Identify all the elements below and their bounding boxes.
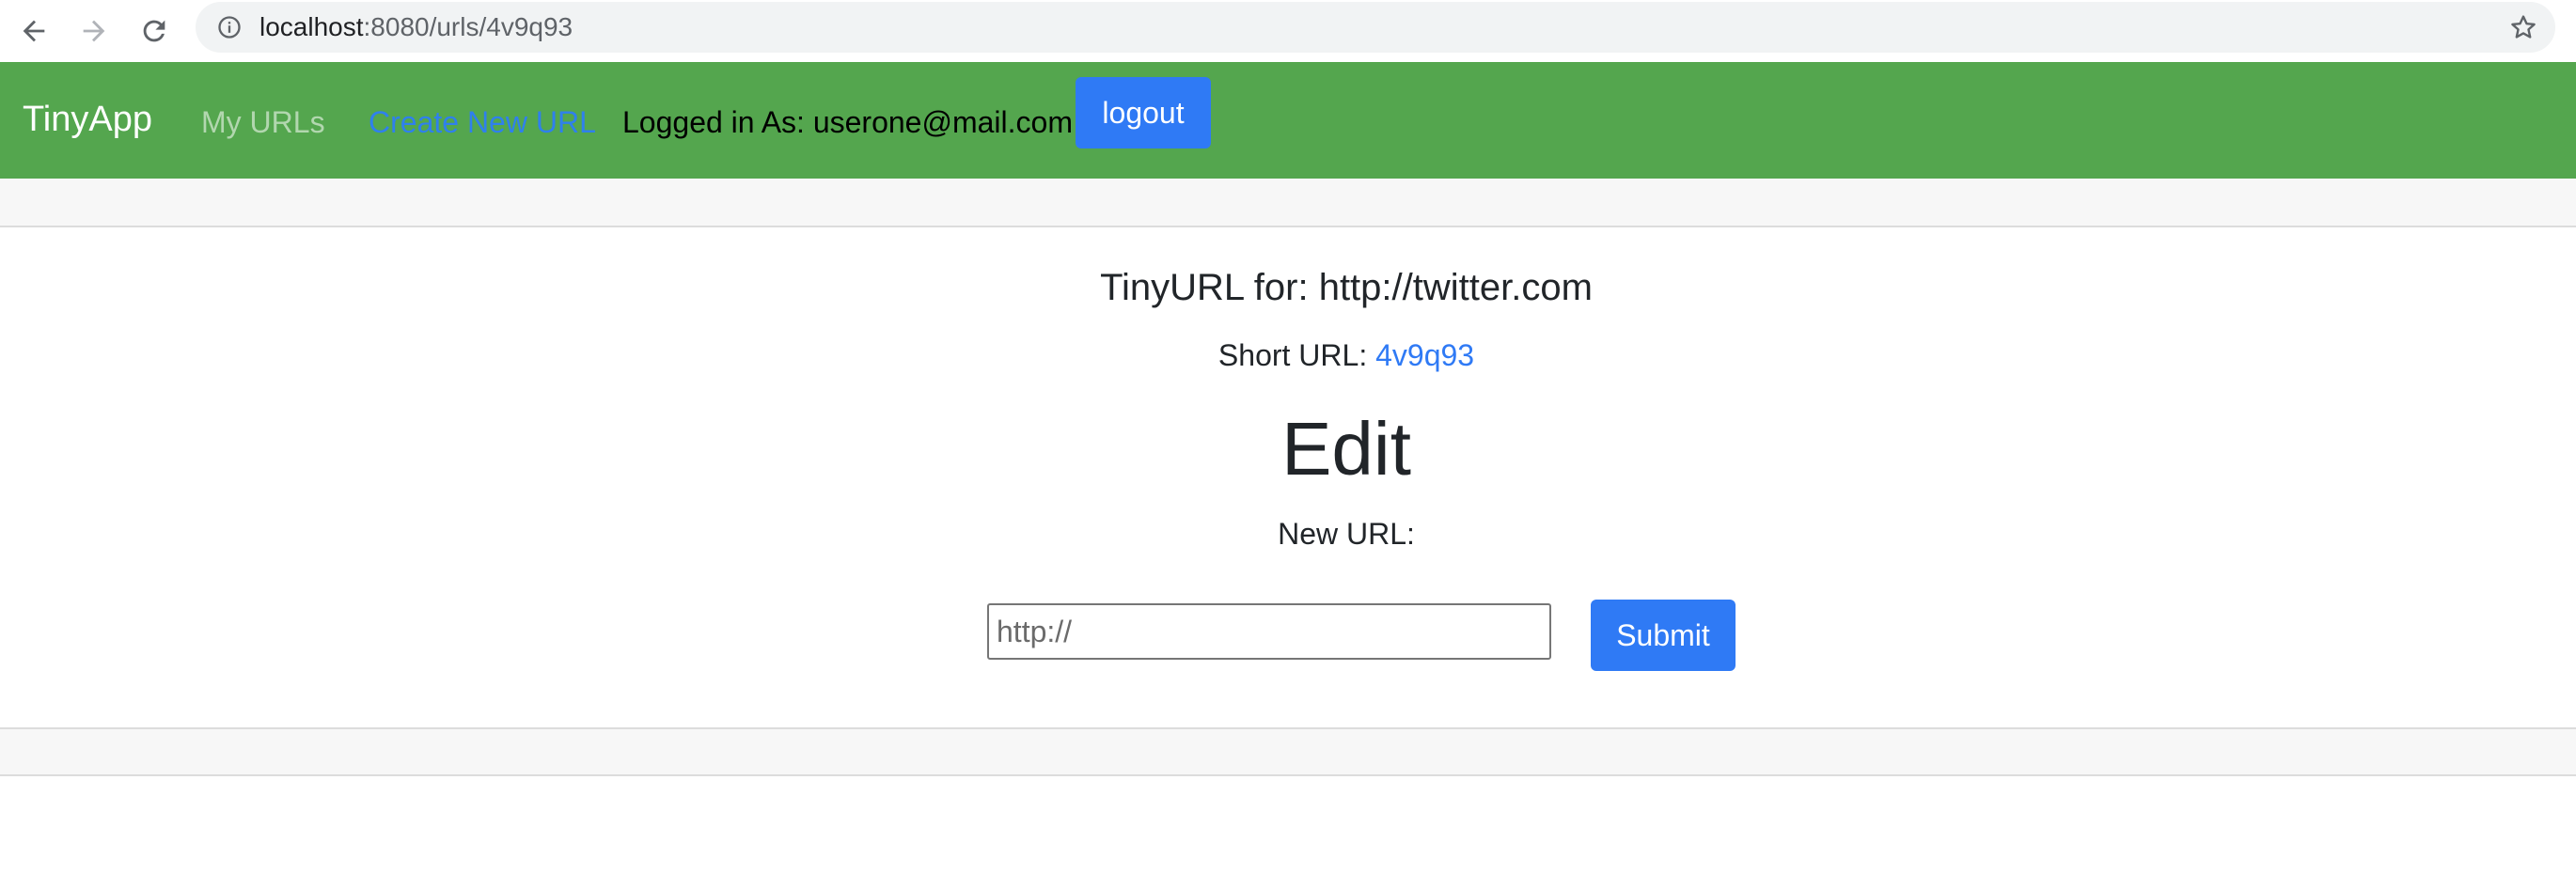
arrow-left-icon[interactable]: [11, 8, 56, 54]
short-url-label: Short URL:: [1217, 338, 1376, 372]
card-footer: [0, 727, 2576, 776]
star-icon[interactable]: [2508, 12, 2538, 42]
reload-icon[interactable]: [132, 8, 177, 54]
short-url-link[interactable]: 4v9q93: [1375, 338, 1474, 372]
submit-button[interactable]: Submit: [1591, 600, 1736, 671]
new-url-label: New URL:: [1278, 517, 1415, 551]
edit-heading: Edit: [1281, 407, 1411, 491]
short-url-line: Short URL: 4v9q93: [0, 336, 2576, 374]
browser-toolbar: localhost:8080/urls/4v9q93: [0, 0, 2576, 62]
url-path: :8080/urls/4v9q93: [363, 12, 573, 41]
url-text: localhost:8080/urls/4v9q93: [259, 12, 573, 42]
nav-my-urls[interactable]: My URLs: [201, 103, 325, 141]
address-bar[interactable]: localhost:8080/urls/4v9q93: [196, 2, 2555, 53]
card-body: TinyURL for: http://twitter.com Short UR…: [0, 227, 2576, 727]
arrow-right-icon[interactable]: [71, 8, 117, 54]
info-icon[interactable]: [216, 14, 243, 40]
logout-button[interactable]: logout: [1076, 77, 1211, 148]
navbar: TinyApp My URLs Create New URL Logged in…: [0, 62, 2576, 179]
card-header: [0, 179, 2576, 227]
url-host: localhost: [259, 12, 364, 41]
nav-create-new-url[interactable]: Create New URL: [369, 103, 596, 141]
tinyurl-title: TinyURL for: http://twitter.com: [1100, 267, 1593, 308]
brand-link[interactable]: TinyApp: [23, 98, 152, 141]
new-url-input[interactable]: [987, 603, 1551, 660]
logged-in-user: Logged in As: userone@mail.com: [622, 105, 1073, 139]
